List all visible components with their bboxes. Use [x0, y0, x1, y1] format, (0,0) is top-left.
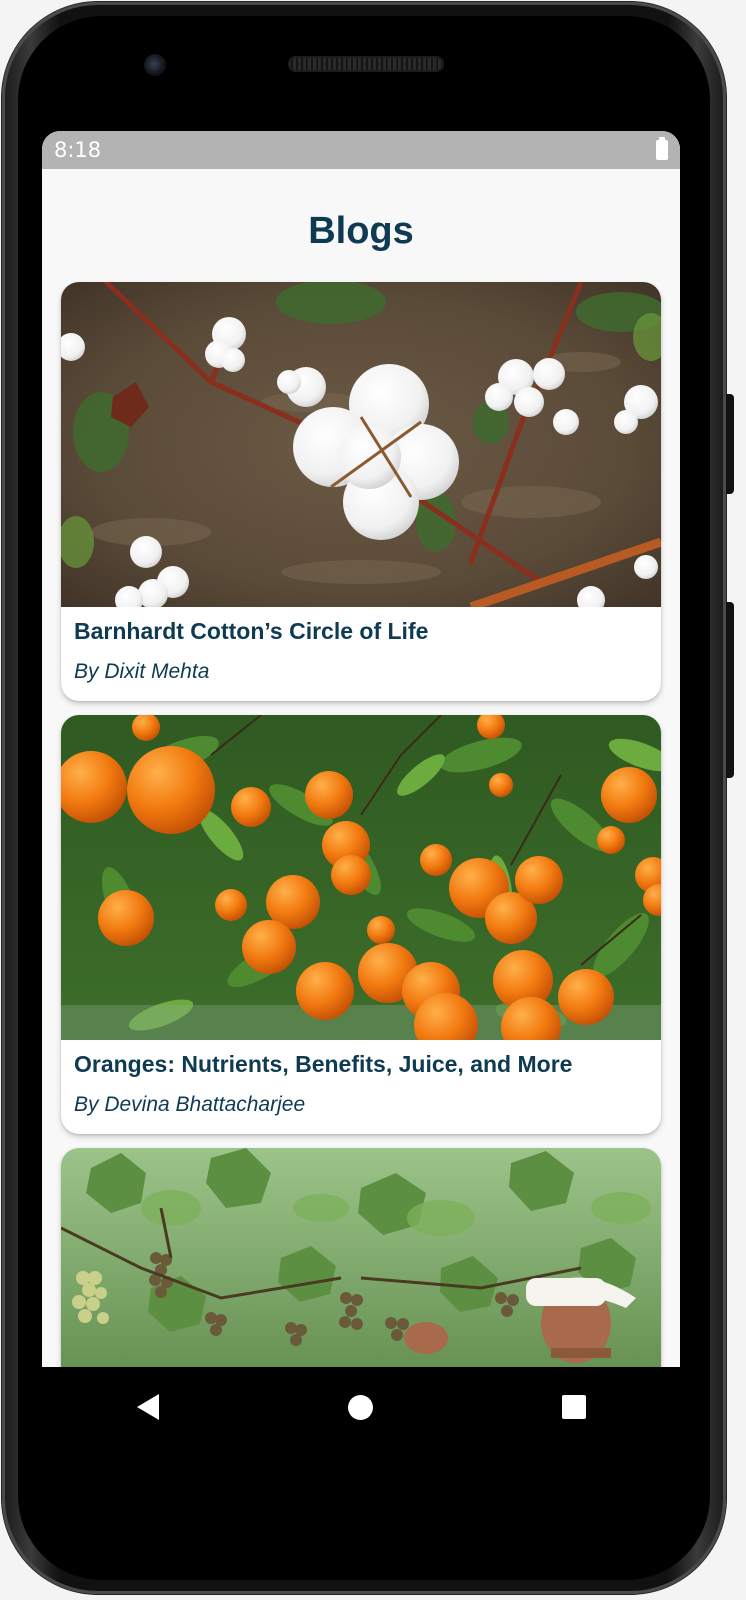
blog-author: By Devina Bhattacharjee: [74, 1093, 306, 1116]
home-button[interactable]: [329, 1375, 393, 1439]
home-icon: [348, 1394, 374, 1420]
blog-card[interactable]: Barnhardt Cotton’s Circle of Life By Dix…: [61, 282, 661, 701]
grape-vineyard-photo[interactable]: [61, 1148, 661, 1367]
app-screen: 8:18 Blogs Barnhardt Cotton’s Circle of …: [42, 131, 680, 1367]
volume-button: [726, 394, 734, 494]
back-button[interactable]: [116, 1375, 180, 1439]
status-time: 8:18: [54, 138, 102, 162]
card-body: Oranges: Nutrients, Benefits, Juice, and…: [61, 1040, 661, 1134]
blog-list[interactable]: Barnhardt Cotton’s Circle of Life By Dix…: [61, 282, 661, 1367]
page-title: Blogs: [308, 210, 414, 252]
cotton-plant-photo[interactable]: [61, 282, 661, 607]
recents-icon: [561, 1395, 586, 1419]
power-button: [726, 602, 734, 778]
front-camera: [144, 54, 166, 76]
earpiece-speaker: [288, 56, 444, 72]
card-body: Barnhardt Cotton’s Circle of Life By Dix…: [61, 607, 661, 701]
orange-tree-photo[interactable]: [61, 715, 661, 1040]
blog-title[interactable]: Barnhardt Cotton’s Circle of Life: [74, 615, 648, 647]
blog-title[interactable]: Oranges: Nutrients, Benefits, Juice, and…: [74, 1048, 648, 1080]
back-icon: [137, 1394, 160, 1420]
blog-author: By Dixit Mehta: [74, 660, 210, 683]
blog-card[interactable]: Oranges: Nutrients, Benefits, Juice, and…: [61, 715, 661, 1134]
system-nav-bar: [42, 1367, 680, 1447]
blog-card[interactable]: [61, 1148, 661, 1367]
recents-button[interactable]: [542, 1375, 606, 1439]
battery-full-icon: [656, 137, 668, 160]
status-bar: 8:18: [42, 131, 680, 169]
